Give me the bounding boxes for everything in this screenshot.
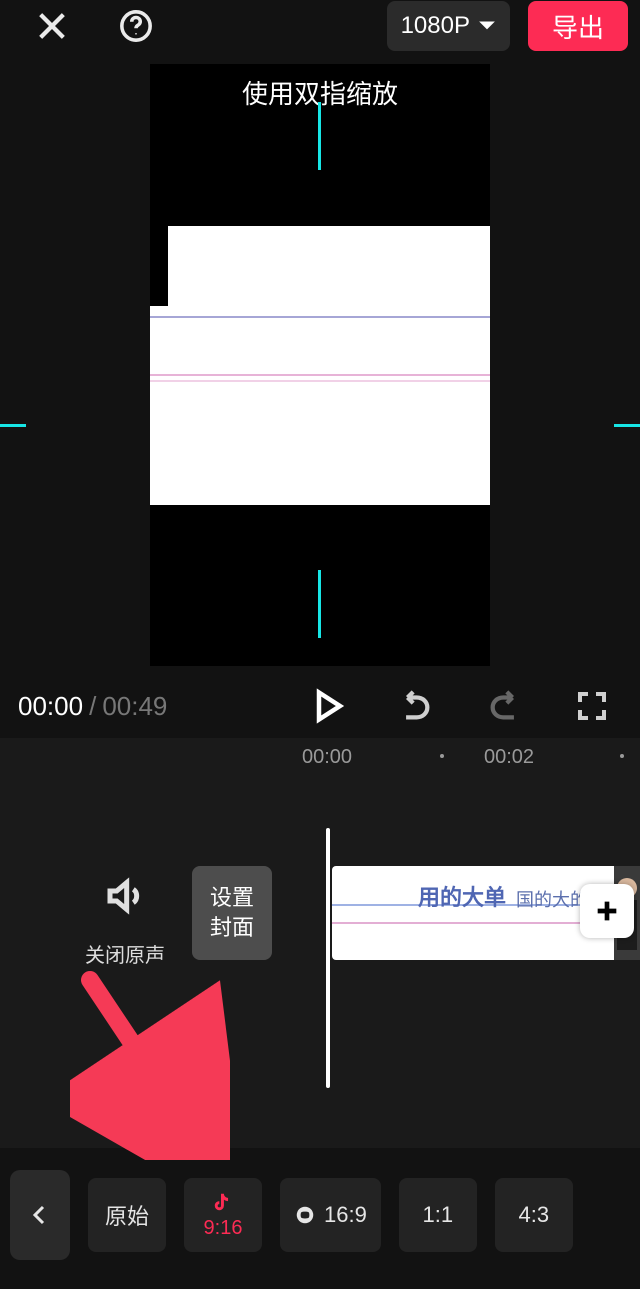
play-button[interactable] <box>298 676 358 736</box>
chevron-down-icon <box>478 20 496 32</box>
playhead[interactable] <box>326 828 330 1088</box>
time-current: 00:00 <box>18 691 83 722</box>
track-row: 关闭原声 设置 封面 用的大单 国的大的单 <box>0 828 640 1056</box>
guide-bottom-vertical <box>318 570 321 638</box>
redo-button[interactable] <box>474 676 534 736</box>
time-ruler: 00:00 00:02 <box>0 738 640 776</box>
cover-label-2: 封面 <box>210 913 254 943</box>
resolution-label: 1080P <box>401 12 470 40</box>
clipped-shape <box>150 226 168 306</box>
cover-label-1: 设置 <box>210 883 254 913</box>
aspect-ratio-bar: 原始 9:16 16:9 1:1 4:3 <box>0 1159 640 1271</box>
ratio-9-16-label: 9:16 <box>204 1217 243 1240</box>
preview-area: 使用双指缩放 <box>0 64 640 666</box>
help-icon <box>119 9 153 43</box>
close-button[interactable] <box>26 0 78 52</box>
ratio-4-3-label: 4:3 <box>519 1202 550 1228</box>
undo-button[interactable] <box>386 676 446 736</box>
tick-label-0: 00:00 <box>302 746 352 769</box>
help-button[interactable] <box>110 0 162 52</box>
redo-icon <box>487 689 521 723</box>
export-button[interactable]: 导出 <box>528 1 628 51</box>
back-button[interactable] <box>10 1170 70 1260</box>
fullscreen-button[interactable] <box>562 676 622 736</box>
time-separator: / <box>89 691 96 722</box>
speaker-icon <box>102 876 148 916</box>
ratio-1-1-label: 1:1 <box>423 1202 454 1228</box>
top-bar: 1080P 导出 <box>0 0 640 52</box>
set-cover-button[interactable]: 设置 封面 <box>192 866 272 960</box>
preview-canvas[interactable]: 使用双指缩放 <box>150 64 490 666</box>
plus-icon <box>593 897 621 925</box>
video-editor-app: 1080P 导出 使用双指缩放 00:00 / 00:49 <box>0 0 640 1289</box>
ratio-16-9-button[interactable]: 16:9 <box>280 1178 381 1252</box>
mute-original-audio[interactable]: 关闭原声 <box>70 876 180 968</box>
ratio-9-16-button[interactable]: 9:16 <box>184 1178 262 1252</box>
clip-caption: 用的大单 <box>418 880 506 912</box>
mute-label: 关闭原声 <box>70 939 180 968</box>
xigua-icon <box>294 1204 316 1226</box>
play-icon <box>310 688 346 724</box>
preview-content <box>150 226 490 505</box>
ratio-1-1-button[interactable]: 1:1 <box>399 1178 477 1252</box>
tick-label-1: 00:02 <box>484 746 534 769</box>
playback-bar: 00:00 / 00:49 <box>0 676 640 736</box>
export-label: 导出 <box>552 8 604 45</box>
ratio-16-9-label: 16:9 <box>324 1202 367 1228</box>
add-clip-button[interactable] <box>580 884 634 938</box>
timeline[interactable]: 00:00 00:02 关闭原声 设置 封面 用的大单 国的大的单 <box>0 738 640 1148</box>
guide-left-outer <box>0 424 26 427</box>
fullscreen-icon <box>576 690 608 722</box>
tick-dot <box>620 754 624 758</box>
ratio-original-button[interactable]: 原始 <box>88 1178 166 1252</box>
close-icon <box>35 9 69 43</box>
resolution-select[interactable]: 1080P <box>387 1 510 51</box>
tick-dot <box>440 754 444 758</box>
ratio-original-label: 原始 <box>105 1199 149 1231</box>
guide-top-vertical <box>318 102 321 170</box>
douyin-icon <box>212 1191 234 1213</box>
undo-icon <box>399 689 433 723</box>
time-total: 00:49 <box>102 691 167 722</box>
chevron-left-icon <box>28 1200 52 1230</box>
ratio-4-3-button[interactable]: 4:3 <box>495 1178 573 1252</box>
guide-right-outer <box>614 424 640 427</box>
